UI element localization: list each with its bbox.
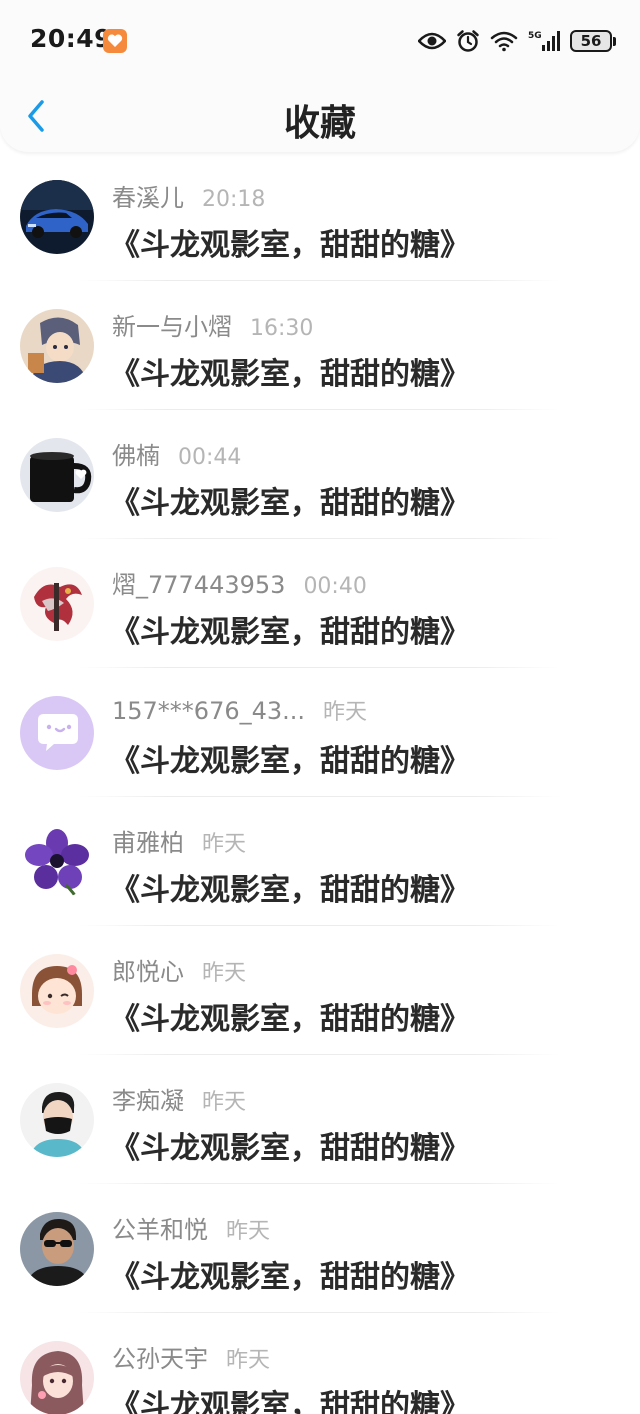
signal-icon: 5G [528, 29, 560, 53]
item-meta: 157***676_43... 昨天 [112, 694, 367, 726]
wifi-icon [490, 30, 518, 52]
item-meta: 佛楠 00:44 [112, 436, 242, 470]
favorite-item[interactable]: 佛楠 00:44 《斗龙观影室，甜甜的糖》 [0, 410, 640, 539]
favorite-item[interactable]: 甫雅柏 昨天 《斗龙观影室，甜甜的糖》 [0, 797, 640, 926]
favorite-item[interactable]: 公孙天宇 昨天 《斗龙观影室，甜甜的糖》 [0, 1313, 640, 1414]
item-meta: 甫雅柏 昨天 [112, 823, 247, 857]
item-time: 00:44 [178, 445, 242, 470]
cartoon-girl-avatar[interactable] [20, 954, 94, 1028]
car-avatar[interactable] [20, 180, 94, 254]
notification-app-icon [103, 29, 127, 53]
sender-name: 郎悦心 [112, 958, 184, 986]
item-time: 昨天 [226, 1219, 271, 1244]
item-content: 《斗龙观影室，甜甜的糖》 [110, 486, 470, 521]
item-content: 《斗龙观影室，甜甜的糖》 [110, 1389, 470, 1414]
dragon-avatar[interactable] [20, 567, 94, 641]
page-title: 收藏 [283, 103, 356, 144]
masked-man-avatar[interactable] [20, 1083, 94, 1157]
item-content: 《斗龙观影室，甜甜的糖》 [110, 615, 470, 650]
item-content: 《斗龙观影室，甜甜的糖》 [110, 228, 470, 263]
item-time: 20:18 [202, 187, 266, 212]
item-meta: 新一与小熠 16:30 [112, 307, 314, 341]
item-time: 16:30 [250, 316, 314, 341]
chat-bubble-avatar[interactable] [20, 696, 94, 770]
favorite-item[interactable]: 157***676_43... 昨天 《斗龙观影室，甜甜的糖》 [0, 668, 640, 797]
sender-name: 公羊和悦 [112, 1216, 208, 1244]
item-time: 昨天 [202, 961, 247, 986]
favorite-item[interactable]: 郎悦心 昨天 《斗龙观影室，甜甜的糖》 [0, 926, 640, 1055]
item-content: 《斗龙观影室，甜甜的糖》 [110, 1131, 470, 1166]
favorite-item[interactable]: 新一与小熠 16:30 《斗龙观影室，甜甜的糖》 [0, 281, 640, 410]
item-meta: 公羊和悦 昨天 [112, 1210, 271, 1244]
title-bar: 收藏 [0, 80, 640, 152]
status-time: 20:49 [30, 24, 113, 53]
battery-icon: 56 [570, 30, 616, 52]
item-meta: 李痴凝 昨天 [112, 1081, 247, 1115]
sender-name: 甫雅柏 [112, 829, 184, 857]
sender-name: 157***676_43... [112, 697, 306, 725]
sender-name: 春溪儿 [112, 184, 184, 212]
battery-level: 56 [570, 30, 612, 52]
sunglasses-man-avatar[interactable] [20, 1212, 94, 1286]
item-content: 《斗龙观影室，甜甜的糖》 [110, 744, 470, 779]
eye-icon [418, 32, 446, 50]
sender-name: 佛楠 [112, 442, 160, 470]
status-bar: 20:49 5G 56 [0, 0, 640, 80]
item-content: 《斗龙观影室，甜甜的糖》 [110, 1002, 470, 1037]
anime-avatar[interactable] [20, 309, 94, 383]
item-time: 昨天 [202, 832, 247, 857]
item-time: 昨天 [202, 1090, 247, 1115]
mug-avatar[interactable] [20, 438, 94, 512]
favorite-item[interactable]: 熠_777443953 00:40 《斗龙观影室，甜甜的糖》 [0, 539, 640, 668]
alarm-icon [456, 29, 480, 53]
favorite-item[interactable]: 春溪儿 20:18 《斗龙观影室，甜甜的糖》 [0, 152, 640, 281]
item-time: 昨天 [226, 1348, 271, 1373]
header: 20:49 5G 56 收藏 [0, 0, 640, 152]
favorites-screen: 20:49 5G 56 收藏 春溪儿 20:18 《斗龙观影室，甜甜的糖》 新一… [0, 0, 640, 1414]
network-type-label: 5G [528, 31, 542, 41]
item-meta: 春溪儿 20:18 [112, 178, 266, 212]
item-time: 00:40 [303, 574, 367, 599]
item-time: 昨天 [323, 700, 368, 725]
item-meta: 公孙天宇 昨天 [112, 1339, 271, 1373]
item-meta: 郎悦心 昨天 [112, 952, 247, 986]
status-icons: 5G 56 [408, 27, 616, 55]
sender-name: 李痴凝 [112, 1087, 184, 1115]
item-content: 《斗龙观影室，甜甜的糖》 [110, 357, 470, 392]
flower-avatar[interactable] [20, 825, 94, 899]
item-content: 《斗龙观影室，甜甜的糖》 [110, 873, 470, 908]
item-meta: 熠_777443953 00:40 [112, 565, 367, 599]
favorites-list: 春溪儿 20:18 《斗龙观影室，甜甜的糖》 新一与小熠 16:30 《斗龙观影… [0, 152, 640, 1414]
anime-girl-avatar[interactable] [20, 1341, 94, 1414]
item-content: 《斗龙观影室，甜甜的糖》 [110, 1260, 470, 1295]
sender-name: 公孙天宇 [112, 1345, 208, 1373]
sender-name: 新一与小熠 [112, 313, 232, 341]
sender-name: 熠_777443953 [112, 571, 286, 599]
favorite-item[interactable]: 公羊和悦 昨天 《斗龙观影室，甜甜的糖》 [0, 1184, 640, 1313]
favorite-item[interactable]: 李痴凝 昨天 《斗龙观影室，甜甜的糖》 [0, 1055, 640, 1184]
